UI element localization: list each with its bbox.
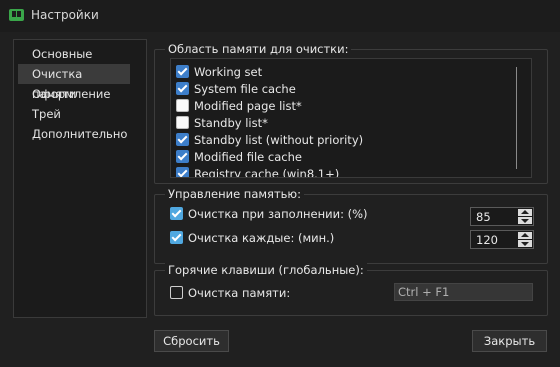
checkbox-unchecked-icon[interactable] (170, 286, 183, 299)
clean-every-value[interactable]: 120 (476, 232, 498, 248)
list-item-registry-cache[interactable]: Registry cache (win8.1+) (176, 166, 339, 177)
checkbox-checked-icon[interactable] (176, 150, 189, 163)
checkbox-checked-icon[interactable] (170, 231, 183, 244)
checkbox-checked-icon[interactable] (176, 65, 189, 78)
checkbox-checked-icon[interactable] (176, 133, 189, 146)
clean-on-fill-option[interactable]: Очистка при заполнении: (%) (170, 206, 368, 222)
settings-nav: Основные Очистка памяти Оформление Трей … (13, 39, 147, 318)
hotkey-input[interactable]: Ctrl + F1 (394, 283, 533, 301)
checkbox-checked-icon[interactable] (170, 207, 183, 220)
clean-on-fill-label: Очистка при заполнении: (%) (188, 207, 368, 221)
clean-on-fill-spinbox[interactable]: 85 (470, 207, 534, 226)
clean-every-option[interactable]: Очистка каждые: (мин.) (170, 230, 334, 246)
reset-button[interactable]: Сбросить (154, 330, 229, 352)
list-item-working-set[interactable]: Working set (176, 64, 262, 80)
spin-down-icon[interactable] (518, 240, 532, 247)
checkbox-checked-icon[interactable] (176, 82, 189, 95)
nav-item-tray[interactable]: Трей (18, 104, 130, 124)
hotkey-clean-option[interactable]: Очистка памяти: (170, 285, 290, 301)
hotkey-clean-label: Очистка памяти: (188, 286, 291, 300)
spin-up-icon[interactable] (518, 209, 532, 216)
spin-up-icon[interactable] (518, 232, 532, 239)
list-scrollbar[interactable] (516, 67, 517, 169)
checkbox-unchecked-icon[interactable] (176, 116, 189, 129)
title-bar: Настройки (0, 0, 560, 32)
memory-area-list[interactable]: Working set System file cache Modified p… (170, 58, 532, 178)
spin-down-icon[interactable] (518, 217, 532, 224)
checkbox-unchecked-icon[interactable] (176, 99, 189, 112)
list-item-system-file-cache[interactable]: System file cache (176, 81, 296, 97)
close-button[interactable]: Закрыть (472, 330, 547, 352)
nav-item-memory-cleaning[interactable]: Очистка памяти (18, 64, 130, 101)
list-item-standby-list[interactable]: Standby list* (176, 115, 268, 131)
nav-item-advanced[interactable]: Дополнительно (18, 124, 130, 144)
ram-chip-icon (9, 9, 24, 21)
nav-item-main[interactable]: Основные (18, 44, 130, 64)
window-title: Настройки (31, 8, 99, 22)
clean-on-fill-value[interactable]: 85 (476, 209, 491, 225)
clean-every-spinbox[interactable]: 120 (470, 230, 534, 249)
checkbox-checked-icon[interactable] (176, 167, 189, 177)
memory-management-title: Управление памятью: (165, 187, 304, 201)
memory-management-group: Управление памятью: (154, 187, 548, 264)
list-item-modified-file-cache[interactable]: Modified file cache (176, 149, 302, 165)
nav-item-appearance[interactable]: Оформление (18, 84, 130, 104)
list-item-modified-page-list[interactable]: Modified page list* (176, 98, 302, 114)
hotkeys-title: Горячие клавиши (глобальные): (165, 263, 367, 277)
clean-every-label: Очистка каждые: (мин.) (188, 231, 335, 245)
memory-area-title: Область памяти для очистки: (165, 42, 352, 56)
list-item-standby-list-no-priority[interactable]: Standby list (without priority) (176, 132, 363, 148)
